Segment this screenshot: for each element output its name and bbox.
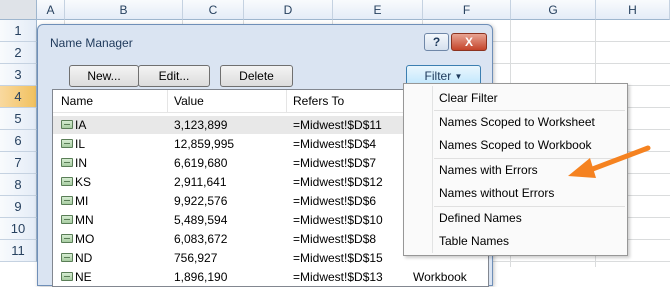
- refers-to-cell: =Midwest!$D$13: [293, 270, 383, 284]
- menu-separator: [434, 206, 625, 207]
- row-header-5[interactable]: 5: [0, 108, 37, 130]
- menu-item-clear-filter[interactable]: Clear Filter: [439, 91, 498, 105]
- value-cell: 6,083,672: [174, 232, 228, 246]
- dropdown-arrow-icon: ▼: [454, 72, 463, 81]
- column-divider[interactable]: [286, 90, 287, 112]
- edit-button[interactable]: Edit...: [138, 65, 210, 87]
- column-header-e[interactable]: E: [333, 0, 423, 20]
- name-cell: IN: [75, 156, 87, 170]
- row-header-3[interactable]: 3: [0, 64, 37, 86]
- value-cell: 756,927: [174, 251, 218, 265]
- column-header-g[interactable]: G: [511, 0, 596, 20]
- name-cell: ND: [75, 251, 93, 265]
- refers-to-cell: =Midwest!$D$4: [293, 137, 377, 151]
- select-all-corner[interactable]: [0, 0, 37, 20]
- row-header-9[interactable]: 9: [0, 196, 37, 218]
- name-cell: KS: [75, 175, 92, 189]
- help-button[interactable]: ?: [424, 33, 449, 51]
- menu-item-names-scoped-to-worksheet[interactable]: Names Scoped to Worksheet: [439, 115, 595, 129]
- column-header-d[interactable]: D: [244, 0, 333, 20]
- column-divider[interactable]: [167, 90, 168, 112]
- named-range-icon: [61, 196, 73, 205]
- menu-item-table-names[interactable]: Table Names: [439, 234, 509, 248]
- row-header-10[interactable]: 10: [0, 218, 37, 240]
- named-range-icon: [61, 272, 73, 281]
- column-header-h[interactable]: H: [596, 0, 670, 20]
- name-cell: MI: [75, 194, 89, 208]
- named-range-icon: [61, 234, 73, 243]
- named-range-icon: [61, 253, 73, 262]
- delete-button[interactable]: Delete: [220, 65, 293, 87]
- column-header-name[interactable]: Name: [61, 94, 93, 108]
- name-cell: MN: [75, 213, 94, 227]
- column-header-b[interactable]: B: [65, 0, 183, 20]
- column-header-refers-to[interactable]: Refers To: [293, 94, 344, 108]
- column-header-c[interactable]: C: [183, 0, 244, 20]
- value-cell: 2,911,641: [174, 175, 227, 189]
- value-cell: 12,859,995: [174, 137, 235, 151]
- refers-to-cell: =Midwest!$D$6: [293, 194, 377, 208]
- menu-separator: [434, 110, 625, 111]
- row-header-1[interactable]: 1: [0, 20, 37, 42]
- menu-item-defined-names[interactable]: Defined Names: [439, 211, 522, 225]
- filter-label: Filter: [424, 69, 452, 83]
- menu-item-names-with-errors[interactable]: Names with Errors: [439, 163, 538, 177]
- new-button[interactable]: New...: [69, 65, 139, 87]
- refers-to-cell: =Midwest!$D$15: [293, 251, 383, 265]
- column-header-f[interactable]: F: [423, 0, 511, 20]
- value-cell: 5,489,594: [174, 213, 228, 227]
- row-header-7[interactable]: 7: [0, 152, 37, 174]
- refers-to-cell: =Midwest!$D$11: [293, 118, 382, 132]
- row-header-11[interactable]: 11: [0, 240, 37, 262]
- named-range-icon: [61, 120, 73, 129]
- value-cell: 6,619,680: [174, 156, 228, 170]
- named-range-icon: [61, 158, 73, 167]
- name-cell: IA: [75, 118, 87, 132]
- name-row[interactable]: NE 1,896,190 =Midwest!$D$13 Workbook: [53, 268, 488, 286]
- named-range-icon: [61, 215, 73, 224]
- value-cell: 9,922,576: [174, 194, 228, 208]
- name-cell: NE: [75, 270, 92, 284]
- column-header-value[interactable]: Value: [174, 94, 204, 108]
- menu-item-names-without-errors[interactable]: Names without Errors: [439, 186, 554, 200]
- refers-to-cell: =Midwest!$D$8: [293, 232, 377, 246]
- refers-to-cell: =Midwest!$D$12: [293, 175, 383, 189]
- value-cell: 3,123,899: [174, 118, 228, 132]
- row-header-6[interactable]: 6: [0, 130, 37, 152]
- refers-to-cell: =Midwest!$D$10: [293, 213, 383, 227]
- row-header-4[interactable]: 4: [0, 86, 37, 108]
- annotation-arrow-icon: [568, 145, 651, 178]
- refers-to-cell: =Midwest!$D$7: [293, 156, 377, 170]
- menu-gutter: [432, 86, 433, 253]
- close-button[interactable]: X: [451, 33, 487, 51]
- row-header-2[interactable]: 2: [0, 42, 37, 64]
- name-cell: MO: [75, 232, 95, 246]
- scope-cell: Workbook: [413, 270, 467, 284]
- named-range-icon: [61, 139, 73, 148]
- dialog-title: Name Manager: [50, 36, 133, 50]
- row-header-8[interactable]: 8: [0, 174, 37, 196]
- value-cell: 1,896,190: [174, 270, 228, 284]
- column-header-a[interactable]: A: [37, 0, 65, 20]
- name-cell: IL: [75, 137, 86, 151]
- named-range-icon: [61, 177, 73, 186]
